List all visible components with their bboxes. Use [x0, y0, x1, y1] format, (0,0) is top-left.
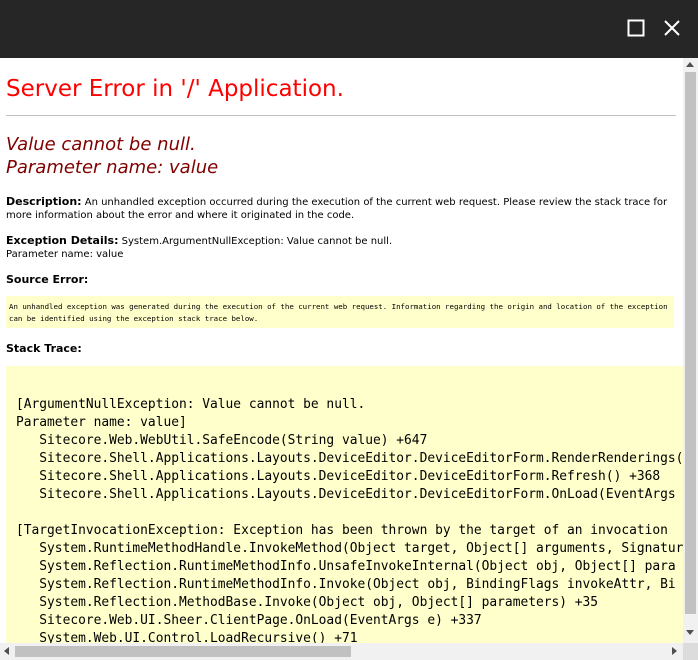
horizontal-scrollbar[interactable] [0, 643, 683, 660]
close-icon [664, 20, 680, 36]
scroll-right-arrow-icon[interactable] [672, 647, 677, 655]
description-label: Description: [6, 195, 82, 208]
error-message: Value cannot be null. Parameter name: va… [6, 133, 218, 179]
title-divider [6, 115, 676, 116]
exception-details-param: Parameter name: value [6, 249, 124, 260]
scroll-up-arrow-icon[interactable] [686, 62, 694, 67]
stack-trace-box: [ArgumentNullException: Value cannot be … [6, 366, 683, 643]
exception-details-label: Exception Details: [6, 234, 119, 247]
source-error-text: An unhandled exception was generated dur… [9, 302, 672, 323]
page-title: Server Error in '/' Application. [6, 76, 344, 102]
error-message-line2: Parameter name: value [6, 157, 219, 178]
window-titlebar [0, 0, 698, 58]
scroll-left-arrow-icon[interactable] [4, 647, 9, 655]
maximize-icon [627, 19, 645, 37]
error-message-line1: Value cannot be null. [6, 134, 196, 155]
vertical-scroll-thumb[interactable] [685, 72, 696, 614]
horizontal-scroll-thumb[interactable] [15, 646, 351, 657]
scroll-down-arrow-icon[interactable] [686, 630, 694, 635]
exception-details-section: Exception Details: System.ArgumentNullEx… [6, 234, 674, 261]
exception-details-text: System.ArgumentNullException: Value cann… [118, 236, 393, 247]
close-button[interactable] [658, 14, 686, 42]
vertical-scrollbar[interactable] [683, 58, 698, 643]
stack-trace-text: [ArgumentNullException: Value cannot be … [16, 397, 683, 643]
maximize-button[interactable] [622, 14, 650, 42]
source-error-box: An unhandled exception was generated dur… [6, 296, 674, 328]
description-section: Description: An unhandled exception occu… [6, 195, 674, 222]
description-text: An unhandled exception occurred during t… [6, 197, 668, 221]
scrollbar-corner [683, 643, 698, 660]
page-viewport: Server Error in '/' Application. Value c… [0, 58, 683, 643]
stack-trace-label: Stack Trace: [6, 342, 82, 355]
source-error-label: Source Error: [6, 273, 89, 286]
